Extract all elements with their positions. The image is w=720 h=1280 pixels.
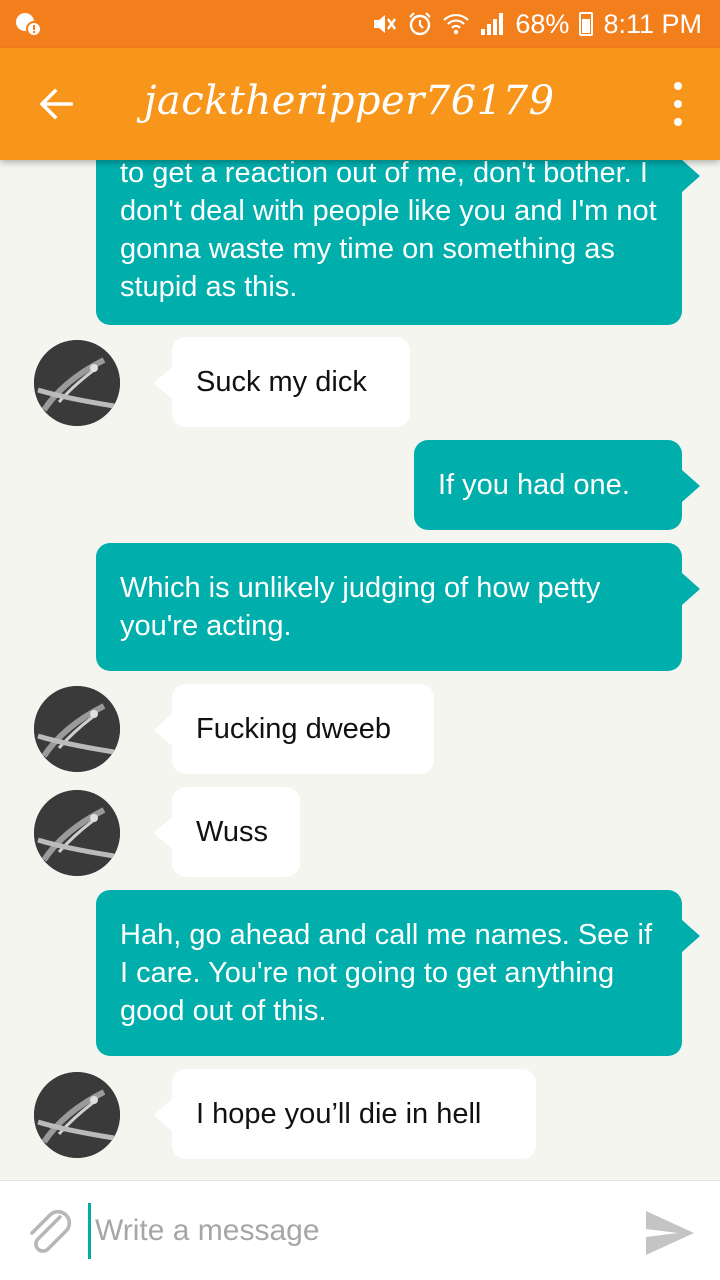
message-text: Wuss (196, 816, 268, 848)
message-composer (0, 1180, 720, 1280)
message-text: Hah, go ahead and call me names. See if … (120, 919, 652, 1027)
message-incoming[interactable]: Suck my dick (154, 337, 410, 427)
conversation-title: jacktheripper76179 (144, 78, 555, 124)
avatar-image (34, 790, 120, 876)
clock: 8:11 PM (603, 8, 702, 39)
signal-icon (481, 13, 504, 35)
message-text: Fucking dweeb (196, 713, 392, 745)
avatar[interactable] (34, 686, 120, 772)
message-text: to get a reaction out of me, don't bothe… (120, 160, 657, 303)
message-outgoing[interactable]: Hah, go ahead and call me names. See if … (96, 890, 700, 1056)
back-button[interactable] (28, 76, 84, 132)
message-outgoing[interactable]: to get a reaction out of me, don't bothe… (96, 160, 700, 325)
more-options-button[interactable] (666, 82, 690, 126)
message-text: Suck my dick (196, 366, 367, 398)
avatar-image (34, 686, 120, 772)
avatar[interactable] (34, 340, 120, 426)
message-incoming[interactable]: Fucking dweeb (154, 684, 434, 774)
paperclip-icon[interactable] (20, 1203, 76, 1259)
more-vert-icon (674, 82, 682, 90)
avatar[interactable] (34, 790, 120, 876)
wifi-icon (443, 13, 470, 35)
arrow-left-icon (39, 88, 73, 120)
message-incoming[interactable]: I hope you’ll die in hell (154, 1069, 536, 1159)
status-bar: 68% 8:11 PM (0, 0, 720, 48)
mute-icon (374, 15, 397, 33)
message-incoming[interactable]: Wuss (154, 787, 300, 877)
message-text: I hope you’ll die in hell (196, 1098, 482, 1130)
message-thread[interactable]: to get a reaction out of me, don't bothe… (0, 160, 720, 1180)
send-icon[interactable] (642, 1205, 698, 1261)
avatar-image (34, 1072, 120, 1158)
avatar[interactable] (34, 1072, 120, 1158)
message-outgoing[interactable]: If you had one. (414, 440, 700, 530)
battery-icon (579, 12, 594, 36)
avatar-image (34, 340, 120, 426)
message-input[interactable] (88, 1203, 608, 1259)
notification-icon (16, 13, 42, 37)
alarm-icon (409, 12, 432, 36)
message-outgoing[interactable]: Which is unlikely judging of how petty y… (96, 543, 700, 671)
battery-percent: 68% (515, 8, 570, 39)
message-text: If you had one. (438, 469, 630, 501)
app-bar: jacktheripper76179 (0, 48, 720, 160)
message-text: Which is unlikely judging of how petty y… (120, 572, 601, 642)
